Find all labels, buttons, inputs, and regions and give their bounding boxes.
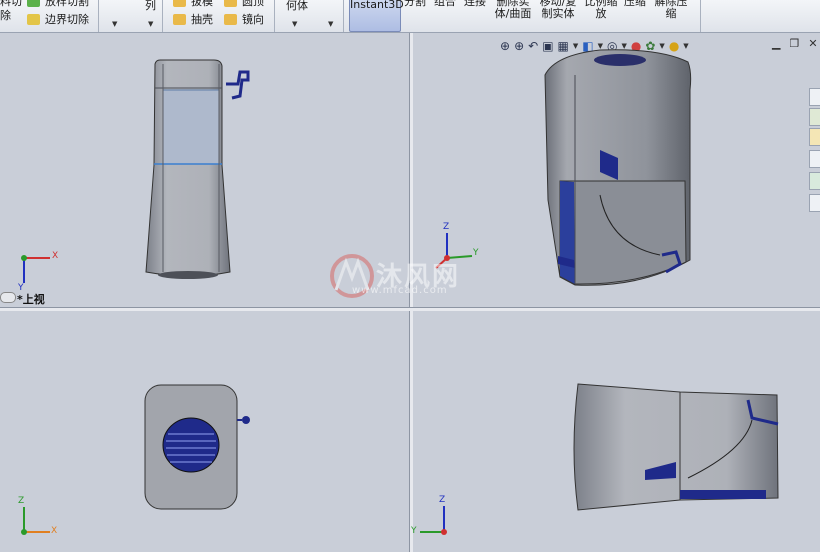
view-name-label: *上视 [17, 293, 45, 306]
front-view-part[interactable] [145, 59, 250, 279]
triad-z-label: Z [439, 495, 446, 505]
coordinate-triad-bottom-right [420, 506, 447, 535]
triad-x-label: X [51, 526, 58, 536]
top-view-part[interactable] [144, 384, 250, 510]
coordinate-triad-top-left [21, 255, 50, 283]
watermark-url: www.mfcad.com [352, 285, 448, 296]
isometric-view-part[interactable] [544, 49, 692, 286]
view-orientation-badge-icon [0, 292, 16, 303]
triad-y-label: Y [411, 526, 417, 536]
triad-z-label: Z [18, 496, 25, 506]
triad-y-label: Y [473, 248, 479, 258]
coordinate-triad-bottom-left [21, 507, 50, 535]
triad-x-label: X [52, 251, 59, 261]
triad-z-label: Z [443, 222, 450, 232]
right-view-part[interactable] [573, 383, 779, 511]
